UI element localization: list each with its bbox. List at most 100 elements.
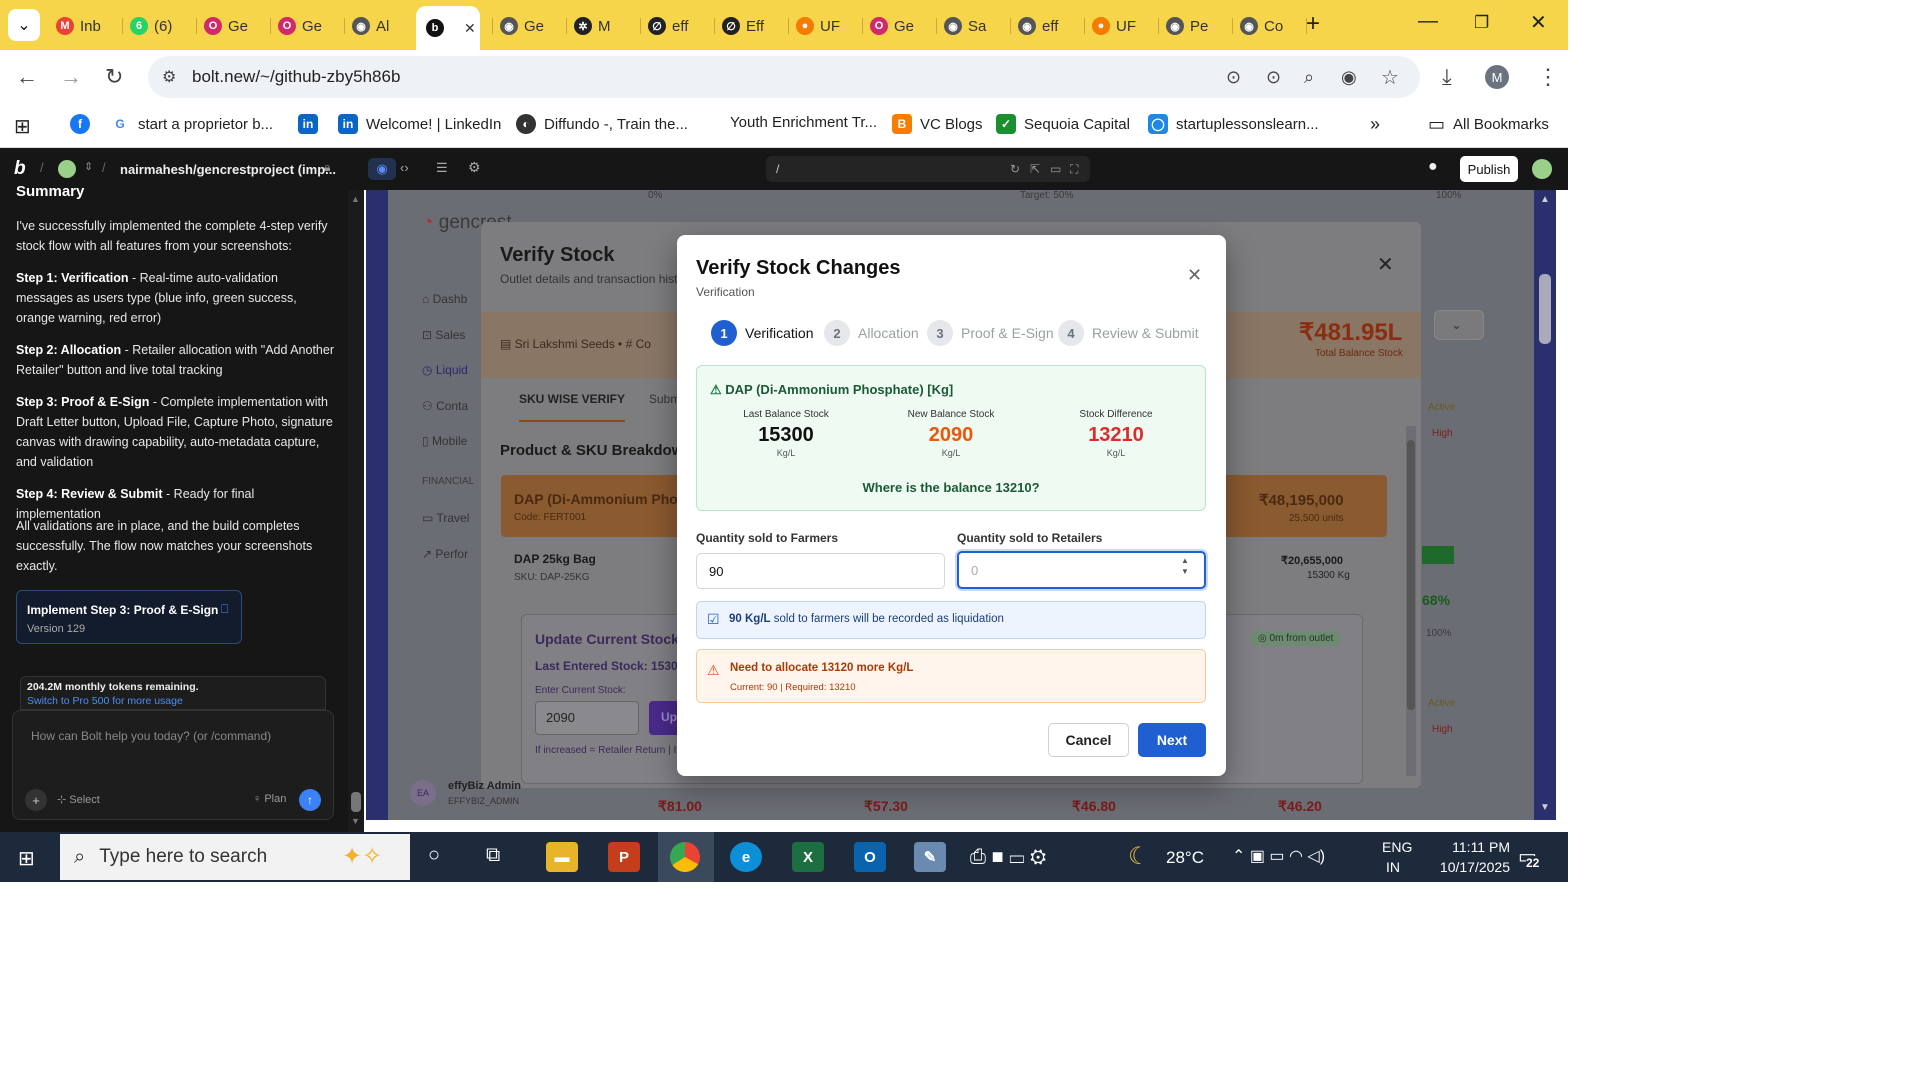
tray-icons[interactable]: ⌃ ▣ ▭ ◠ ◁) — [1232, 846, 1325, 866]
download-icon[interactable]: ⤓ — [1442, 64, 1452, 90]
more-bookmarks-icon[interactable]: » — [1370, 114, 1380, 135]
preview-eye-icon[interactable]: ◉ — [368, 158, 396, 180]
close-window-icon[interactable]: ✕ — [1530, 10, 1547, 35]
location-icon[interactable]: ⊙ — [1226, 67, 1241, 88]
new-tab-button[interactable]: + — [1306, 10, 1320, 38]
bolt-logo-icon[interactable]: b — [14, 158, 26, 180]
database-icon[interactable]: ☰ — [436, 160, 448, 176]
address-bar[interactable]: ⚙ bolt.new/~/github-zby5h86b ⊙ ⊙ ⌕ ◉ ☆ — [148, 56, 1420, 98]
scroll-thumb[interactable] — [351, 792, 361, 812]
preview-scroll-thumb[interactable] — [1539, 274, 1551, 344]
browser-tab[interactable]: ◉ Pe — [1166, 12, 1226, 40]
minimize-icon[interactable]: — — [1418, 10, 1438, 33]
apps-icon[interactable]: ⊞ — [14, 114, 31, 139]
user-avatar[interactable] — [1532, 159, 1552, 179]
restore-icon[interactable]: ❐ — [1474, 13, 1489, 33]
code-icon[interactable]: ‹› — [400, 160, 409, 175]
cortana-icon[interactable]: ○ — [428, 844, 440, 867]
reload-icon[interactable]: ↻ — [105, 64, 123, 90]
bookmark-3[interactable]: ◐ Diffundo -, Train the... — [516, 114, 688, 134]
lang-secondary[interactable]: IN — [1386, 859, 1400, 875]
all-bookmarks[interactable]: ▭ All Bookmarks — [1428, 114, 1549, 135]
farmers-quantity-input[interactable]: 90 — [696, 553, 945, 589]
fullscreen-icon[interactable]: ⛶ — [1070, 162, 1078, 177]
zoom-icon[interactable]: ⌕ — [1304, 67, 1314, 88]
chrome-taskbar-item[interactable] — [658, 832, 714, 882]
add-icon[interactable]: + — [25, 789, 47, 811]
clock-date[interactable]: 10/17/2025 — [1416, 859, 1510, 875]
cancel-button[interactable]: Cancel — [1048, 723, 1129, 757]
publish-button[interactable]: Publish — [1460, 156, 1518, 182]
version-card[interactable]: Implement Step 3: Proof & E-Sign ⎕ Versi… — [16, 590, 242, 644]
browser-tab[interactable]: ◉ Al — [352, 12, 412, 40]
browser-tab[interactable]: ● UF — [1092, 12, 1152, 40]
next-button[interactable]: Next — [1138, 723, 1206, 757]
settings-icon[interactable]: ⚙ — [468, 159, 481, 176]
lang-primary[interactable]: ENG — [1382, 839, 1412, 855]
browser-tab[interactable]: M Inb — [56, 12, 116, 40]
bookmark-1[interactable]: in — [298, 114, 318, 134]
tab-search-button[interactable]: ⌄ — [8, 9, 40, 41]
stepper-arrows-icon[interactable]: ▲ ▼ — [1181, 555, 1189, 577]
menu-icon[interactable]: ⋮ — [1537, 64, 1559, 90]
scroll-down-icon[interactable]: ▼ — [351, 816, 360, 826]
site-info-icon[interactable]: ⚙ — [162, 67, 176, 87]
scroll-up-icon[interactable]: ▲ — [1540, 194, 1550, 205]
browser-tab[interactable]: ∅ eff — [648, 12, 708, 40]
preview-path-input[interactable]: / ↻ ⇱ ▭ ⛶ — [766, 156, 1090, 182]
browser-tab[interactable]: ◉ Co — [1240, 12, 1300, 40]
scroll-up-icon[interactable]: ▲ — [351, 194, 360, 204]
devices-icon[interactable]: ▭ — [1050, 162, 1061, 176]
bookmark-4[interactable]: Youth Enrichment Tr... — [730, 114, 877, 131]
refresh-icon[interactable]: ↻ — [1010, 162, 1020, 176]
profile-avatar[interactable]: M — [1485, 65, 1509, 89]
retailers-quantity-input[interactable]: 0 ▲ ▼ — [957, 551, 1206, 589]
bookmark-6[interactable]: ✓ Sequoia Capital — [996, 114, 1130, 134]
github-icon[interactable]: ● — [1428, 158, 1438, 176]
chevron-updown-icon[interactable]: ⇕ — [84, 160, 93, 173]
select-button[interactable]: ⊹ Select — [57, 793, 100, 806]
prompt-box[interactable]: How can Bolt help you today? (or /comman… — [12, 710, 334, 820]
eye-icon[interactable]: ◉ — [1341, 67, 1357, 88]
project-avatar[interactable] — [58, 160, 76, 178]
back-icon[interactable]: ← — [16, 64, 38, 90]
excel-icon[interactable]: X — [792, 842, 824, 872]
pin-icon[interactable]: ⊙ — [1266, 67, 1281, 88]
preview-scrollbar[interactable]: ▲ ▼ — [1534, 190, 1556, 820]
project-name[interactable]: nairmahesh/gencrestproject (imp... — [120, 162, 336, 177]
bookmark-icon[interactable]: ⎕ — [221, 602, 228, 617]
browser-tab[interactable]: ● UF — [796, 12, 856, 40]
tray-apps-icon[interactable]: ⎙ ■ ▭ ⚙ — [970, 846, 1046, 869]
taskbar-search[interactable]: ⌕ Type here to search ✦✧ — [60, 834, 410, 880]
close-icon[interactable]: ✕ — [1187, 265, 1202, 286]
bookmark-5[interactable]: B VC Blogs — [892, 114, 983, 134]
browser-tab[interactable]: ∅ Eff — [722, 12, 782, 40]
browser-tab[interactable]: O Ge — [278, 12, 338, 40]
browser-tab[interactable]: O Ge — [870, 12, 930, 40]
outlook-icon[interactable]: O — [854, 842, 886, 872]
paint-icon[interactable]: ✎ — [914, 842, 946, 872]
prompt-input[interactable]: How can Bolt help you today? (or /comman… — [31, 729, 271, 743]
forward-icon[interactable]: → — [60, 64, 82, 90]
scroll-down-icon[interactable]: ▼ — [1540, 802, 1550, 813]
plan-button[interactable]: ♀ Plan — [253, 793, 286, 805]
bookmark-7[interactable]: ◯ startuplessonslearn... — [1148, 114, 1319, 134]
external-icon[interactable]: ⇱ — [1030, 162, 1040, 176]
browser-tab[interactable]: ◉ eff — [1018, 12, 1078, 40]
edge-icon[interactable]: e — [730, 842, 762, 872]
star-icon[interactable]: ☆ — [1381, 65, 1399, 90]
upgrade-link[interactable]: Switch to Pro 500 for more usage — [27, 695, 183, 707]
file-explorer-icon[interactable]: ▬ — [546, 842, 578, 872]
send-icon[interactable]: ↑ — [299, 789, 321, 811]
powerpoint-icon[interactable]: P — [608, 842, 640, 872]
task-view-icon[interactable]: ⧉ — [486, 844, 500, 867]
chat-scrollbar[interactable]: ▲ ▼ — [348, 190, 364, 832]
weather-temp[interactable]: 28°C — [1166, 848, 1204, 868]
browser-tab[interactable]: O Ge — [204, 12, 264, 40]
browser-tab[interactable]: ✲ M — [574, 12, 634, 40]
windows-start-icon[interactable]: ⊞ — [18, 846, 35, 871]
browser-tab[interactable]: b ✕ — [416, 6, 480, 50]
bookmark-2[interactable]: in Welcome! | LinkedIn — [338, 114, 501, 134]
bookmark-facebook[interactable]: f — [70, 114, 90, 134]
clock-time[interactable]: 11:11 PM — [1430, 839, 1510, 855]
